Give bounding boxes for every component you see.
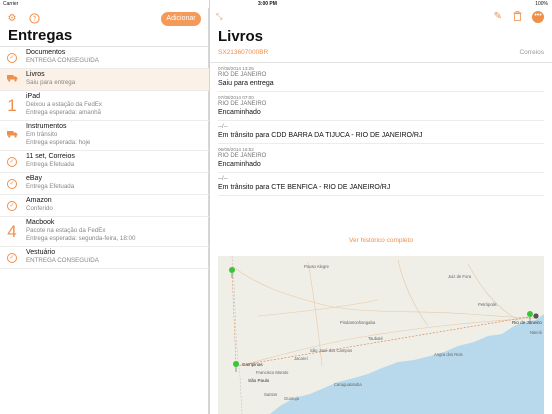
carrier-label: Carrier xyxy=(3,1,19,7)
item-title: Instrumentos xyxy=(26,123,67,130)
list-item[interactable]: 1 iPad Deixou a estação da FedEx Entrega es… xyxy=(0,91,209,121)
svg-text:?: ? xyxy=(32,17,36,23)
item-status: Deixou a estação da FedEx xyxy=(26,101,103,108)
deliveries-sidebar: ⚙ ? Adicionar Entregas ✓ Documentos ENTREG… xyxy=(0,8,209,414)
map-label: Rio de Janeiro xyxy=(512,320,542,325)
list-item[interactable]: 4 Macbook Pacote na estação da FedEx Entreg… xyxy=(0,217,209,247)
tracking-number[interactable]: SX213607000BR xyxy=(218,49,268,56)
list-item[interactable]: ✓ 11 set, Correios Entrega Efetuada xyxy=(0,151,209,173)
map-label: Guarujá xyxy=(284,396,299,401)
map-canvas xyxy=(218,256,544,414)
check-circle-icon: ✓ xyxy=(7,252,17,263)
map-label: São José dos Campos xyxy=(310,348,353,353)
app-window: Carrier 3:00 PM 100% ⚙ ? Adicionar Entre… xyxy=(0,0,552,414)
list-item[interactable]: Instrumentos Em trânsito Entrega esperada:… xyxy=(0,121,209,151)
carrier-name: Correios xyxy=(519,49,544,56)
route-map[interactable]: Pouso Alegre Juiz de Fora Petrópolis Pin… xyxy=(218,256,544,414)
item-title: Vestuário xyxy=(26,249,56,256)
item-expected: Entrega esperada: segunda-feira, 18:00 xyxy=(26,235,136,242)
event-message: Encaminhado xyxy=(218,109,261,116)
check-circle-icon: ✓ xyxy=(7,178,17,189)
detail-title: Livros xyxy=(218,28,264,45)
settings-gear-icon[interactable]: ⚙ xyxy=(6,13,18,25)
map-label: Santos xyxy=(264,392,278,397)
truck-icon xyxy=(5,129,19,143)
more-options-icon[interactable]: ••• xyxy=(532,11,544,23)
item-title: 11 set, Correios xyxy=(26,153,75,160)
check-circle-icon: ✓ xyxy=(7,156,17,167)
map-label: Angra dos Reis xyxy=(434,352,463,357)
map-label: Juiz de Fora xyxy=(448,274,472,279)
map-label: Caraguatatuba xyxy=(334,382,362,387)
battery-label: 100% xyxy=(535,1,548,7)
list-item[interactable]: ✓ Documentos ENTREGA CONSEGUIDA xyxy=(0,47,209,69)
trash-icon[interactable] xyxy=(513,11,522,24)
item-status: ENTREGA CONSEGUIDA xyxy=(26,257,99,264)
tracking-event: 07/08/2014 13:25 RIO DE JANEIRO Saiu para … xyxy=(218,63,544,92)
full-history-link[interactable]: Ver histórico completo xyxy=(210,237,552,244)
map-label: Pouso Alegre xyxy=(304,264,329,269)
list-item[interactable]: ✓ Vestuário ENTREGA CONSEGUIDA xyxy=(0,247,209,269)
list-item[interactable]: Livros Saiu para entrega xyxy=(0,69,209,91)
truck-icon xyxy=(5,73,19,87)
event-location: RIO DE JANEIRO xyxy=(218,101,267,107)
map-label: Francisco Morato xyxy=(256,370,289,375)
item-status: Conferido xyxy=(26,205,53,212)
item-status: Entrega Efetuada xyxy=(26,161,75,168)
event-message: Encaminhado xyxy=(218,161,261,168)
collapse-icon[interactable]: ⤡ xyxy=(216,12,222,22)
sidebar-title: Entregas xyxy=(8,27,73,44)
item-status: Pacote na estação da FedEx xyxy=(26,227,106,234)
list-item[interactable]: ✓ eBay Entrega Efetuada xyxy=(0,173,209,195)
map-label: Taubaté xyxy=(368,336,383,341)
item-status: ENTREGA CONSEGUIDA xyxy=(26,57,99,64)
map-pin-icon xyxy=(533,313,539,319)
sidebar-toolbar: ⚙ ? Adicionar xyxy=(0,11,209,27)
event-location: RIO DE JANEIRO xyxy=(218,72,267,78)
event-message: Em trânsito para CDD BARRA DA TIJUCA - R… xyxy=(218,132,423,139)
item-title: Livros xyxy=(26,71,45,78)
event-location: --/-- xyxy=(218,176,228,182)
delivery-list: ✓ Documentos ENTREGA CONSEGUIDA Livros Saiu … xyxy=(0,47,209,269)
item-title: eBay xyxy=(26,175,42,182)
tracking-event: 07/08/2014 07:00 RIO DE JANEIRO Encaminhad… xyxy=(218,92,544,121)
add-delivery-button[interactable]: Adicionar xyxy=(161,12,201,26)
item-status: Entrega Efetuada xyxy=(26,183,75,190)
item-title: iPad xyxy=(26,93,41,100)
event-message: Saiu para entrega xyxy=(218,80,274,87)
event-location: --/-- xyxy=(218,124,228,130)
map-label: São Paulo xyxy=(248,378,270,383)
map-label: Petrópolis xyxy=(478,302,497,307)
tracking-events: 07/08/2014 13:25 RIO DE JANEIRO Saiu para … xyxy=(218,63,544,196)
help-icon[interactable]: ? xyxy=(28,13,40,25)
edit-pencil-icon[interactable]: ✎ xyxy=(494,11,502,22)
event-message: Em trânsito para CTE BENFICA - RIO DE JA… xyxy=(218,184,391,191)
detail-toolbar: ⤡ ✎ ••• xyxy=(210,8,552,28)
map-label: Niterói xyxy=(530,330,543,335)
item-status: Em trânsito xyxy=(26,131,58,138)
item-status: Saiu para entrega xyxy=(26,79,76,86)
check-circle-icon: ✓ xyxy=(7,200,17,211)
item-title: Macbook xyxy=(26,219,55,226)
item-title: Documentos xyxy=(26,49,66,56)
list-item[interactable]: ✓ Amazon Conferido xyxy=(0,195,209,217)
days-count-badge: 4 xyxy=(7,221,17,241)
map-label: Pindamonhangaba xyxy=(340,320,376,325)
item-expected: Entrega esperada: hoje xyxy=(26,139,91,146)
item-title: Amazon xyxy=(26,197,52,204)
event-location: RIO DE JANEIRO xyxy=(218,153,267,159)
delivery-detail: ⤡ ✎ ••• Livros SX213607000BR Correios 07… xyxy=(210,8,552,414)
check-circle-icon: ✓ xyxy=(7,52,17,63)
tracking-event: --/-- Em trânsito para CDD BARRA DA TIJUC… xyxy=(218,121,544,144)
days-count-badge: 1 xyxy=(7,95,17,115)
map-label: Campinas xyxy=(242,362,263,367)
status-bar: Carrier 3:00 PM 100% xyxy=(0,0,552,8)
tracking-event: 06/08/2014 15:52 RIO DE JANEIRO Encaminhad… xyxy=(218,144,544,173)
item-expected: Entrega esperada: amanhã xyxy=(26,109,101,116)
status-time: 3:00 PM xyxy=(258,1,277,7)
map-label: Jacareí xyxy=(294,356,308,361)
tracking-event: --/-- Em trânsito para CTE BENFICA - RIO … xyxy=(218,173,544,196)
